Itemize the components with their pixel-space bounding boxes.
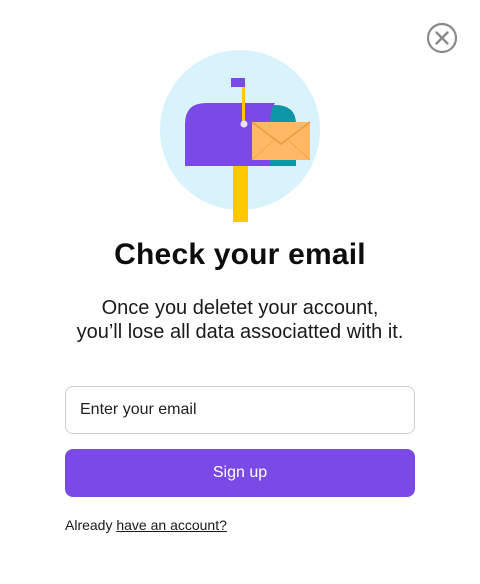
page-title: Check your email	[114, 238, 366, 271]
close-button[interactable]	[426, 22, 458, 54]
footer-prefix: Already	[65, 517, 117, 533]
description-line-1: Once you deletet your account,	[101, 297, 379, 319]
footer-text: Already have an account?	[65, 517, 227, 533]
mailbox-icon	[160, 50, 320, 222]
have-account-link[interactable]: have an account?	[116, 517, 227, 533]
mailbox-illustration	[160, 50, 320, 222]
close-circle-icon	[426, 22, 458, 54]
sign-up-button[interactable]: Sign up	[65, 449, 415, 497]
description-line-2: you’ll lose all data associatted with it…	[76, 321, 404, 343]
description-text: Once you deletet your account, you’ll lo…	[0, 296, 480, 344]
email-field[interactable]	[65, 386, 415, 434]
